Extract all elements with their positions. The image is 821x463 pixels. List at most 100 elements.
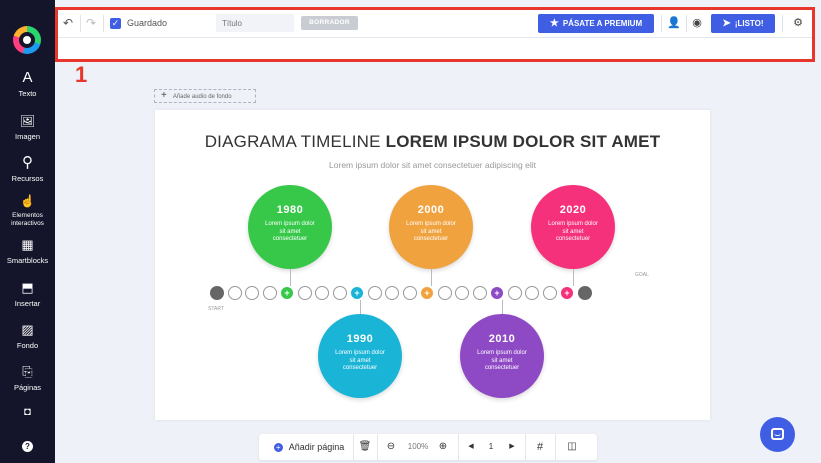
settings-button[interactable]: ⚙ — [789, 14, 807, 33]
chat-button[interactable] — [760, 417, 795, 452]
milestone-year: 2010 — [488, 333, 516, 345]
milestone-circle-2010[interactable]: 2010 Lorem ipsum dolor sit amet consecte… — [460, 314, 544, 398]
title-light: DIAGRAMA TIMELINE — [204, 132, 381, 151]
redo-icon: ↷ — [86, 16, 97, 30]
add-collaborator-button[interactable]: 👤 — [665, 14, 683, 33]
zoom-out-button[interactable]: ⊖ — [383, 434, 399, 460]
sidebar-item-recursos[interactable]: ⚲ Recursos — [0, 154, 55, 184]
text-icon: A — [22, 69, 33, 86]
divider — [80, 15, 81, 32]
timeline-milestone-node[interactable]: + — [560, 286, 574, 300]
timeline-node — [262, 286, 277, 300]
timeline-node — [367, 286, 382, 300]
zoom-level: 100% — [407, 442, 429, 451]
premium-button[interactable]: ★ PÁSATE A PREMIUM — [538, 14, 654, 33]
draft-badge[interactable]: BORRADOR — [301, 16, 358, 30]
timeline-milestone-node[interactable]: + — [280, 286, 294, 300]
sidebar-item-more[interactable]: ◘ — [0, 404, 55, 421]
undo-button[interactable]: ↶ — [63, 13, 73, 33]
divider — [661, 15, 662, 32]
timeline-milestone-node[interactable]: + — [490, 286, 504, 300]
milestone-text: Lorem ipsum dolor sit amet consectetuer — [406, 221, 456, 242]
sidebar-item-label: Smartblocks — [6, 256, 49, 265]
annotation-number: 1 — [75, 62, 88, 87]
timeline-node — [525, 286, 539, 300]
timeline-node — [297, 286, 312, 300]
add-audio-button[interactable]: + Añade audio de fondo — [154, 89, 256, 103]
sidebar: A Texto 🖼 Imagen ⚲ Recursos ☝ Elementos … — [0, 0, 55, 463]
help-button[interactable]: ? — [0, 437, 55, 454]
autosave-checkbox[interactable]: ✓ — [110, 18, 121, 29]
sidebar-item-label: Elementos interactivos — [11, 212, 44, 227]
divider — [103, 15, 104, 32]
sidebar-item-texto[interactable]: A Texto — [0, 69, 55, 99]
redo-button[interactable]: ↷ — [86, 13, 96, 33]
slide-canvas[interactable]: DIAGRAMA TIMELINE LOREM IPSUM DOLOR SIT … — [155, 110, 710, 420]
timeline-start-node — [210, 286, 224, 300]
timeline-node — [507, 286, 522, 300]
delete-page-button[interactable]: 🗑 — [356, 434, 374, 460]
sidebar-item-label: Insertar — [14, 299, 41, 308]
undo-icon: ↶ — [63, 16, 74, 30]
divider — [377, 434, 378, 460]
send-icon: ➤ — [722, 18, 731, 29]
sidebar-item-smartblocks[interactable]: ▦ Smartblocks — [0, 237, 55, 265]
add-user-icon: 👤 — [667, 17, 681, 29]
sidebar-item-label: Texto — [18, 89, 37, 98]
image-icon: 🖼 — [19, 114, 36, 128]
timeline-milestone-node[interactable]: + — [420, 286, 434, 300]
add-audio-label: Añade audio de fondo — [172, 94, 232, 100]
timeline-node — [245, 286, 259, 300]
timeline-goal-node — [577, 286, 592, 300]
sidebar-item-imagen[interactable]: 🖼 Imagen — [0, 113, 55, 141]
resources-icon: ⚲ — [22, 154, 33, 171]
genially-logo[interactable] — [13, 26, 41, 54]
insert-icon: ⬒ — [21, 280, 34, 295]
timeline-node — [227, 286, 242, 300]
slide-title[interactable]: DIAGRAMA TIMELINE LOREM IPSUM DOLOR SIT … — [155, 132, 710, 152]
zoom-in-icon: ⊕ — [438, 441, 448, 452]
ready-button[interactable]: ➤ ¡LISTO! — [711, 14, 775, 33]
milestone-circle-2020[interactable]: 2020 Lorem ipsum dolor sit amet consecte… — [531, 185, 615, 269]
page-number: 1 — [488, 442, 494, 451]
trash-icon: 🗑 — [358, 441, 372, 452]
preview-button[interactable]: ◉ — [688, 14, 706, 33]
background-icon: ▨ — [21, 322, 34, 337]
sidebar-item-fondo[interactable]: ▨ Fondo — [0, 322, 55, 350]
grid-button[interactable]: # — [531, 434, 549, 460]
timeline-node — [402, 286, 417, 300]
split-view-button[interactable]: ◫ — [561, 434, 583, 460]
toolbar-divider — [58, 37, 812, 38]
gear-icon: ⚙ — [793, 17, 803, 29]
connector-line — [290, 269, 291, 286]
timeline-milestone-node[interactable]: + — [350, 286, 364, 300]
next-icon: ▶ — [509, 443, 515, 450]
divider — [555, 434, 556, 460]
title-bold: LOREM IPSUM DOLOR SIT AMET — [385, 132, 661, 151]
next-page-button[interactable]: ▶ — [505, 434, 519, 460]
sidebar-item-label: Imagen — [14, 132, 41, 141]
sidebar-item-label: Recursos — [11, 174, 44, 183]
slide-subtitle[interactable]: Lorem ipsum dolor sit amet consectetuer … — [155, 160, 710, 170]
sidebar-item-insertar[interactable]: ⬒ Insertar — [0, 280, 55, 308]
milestone-year: 1990 — [346, 333, 374, 345]
sidebar-item-label: Páginas — [13, 383, 42, 392]
timeline-node — [437, 286, 452, 300]
grid-icon: # — [536, 441, 544, 453]
sidebar-item-paginas[interactable]: ⎘ Páginas — [0, 364, 55, 392]
divider — [353, 434, 354, 460]
milestone-circle-1990[interactable]: 1990 Lorem ipsum dolor sit amet consecte… — [318, 314, 402, 398]
timeline-node — [385, 286, 399, 300]
zoom-in-button[interactable]: ⊕ — [435, 434, 451, 460]
sidebar-item-elementos-interactivos[interactable]: ☝ Elementos interactivos — [0, 193, 55, 227]
milestone-year: 1980 — [276, 204, 304, 216]
add-page-button[interactable]: + Añadir página — [267, 434, 351, 460]
eye-icon: ◉ — [692, 17, 702, 29]
prev-page-button[interactable]: ◀ — [464, 434, 478, 460]
start-label: START — [208, 306, 224, 312]
title-input[interactable] — [216, 14, 294, 32]
help-icon: ? — [0, 437, 55, 454]
smartblocks-icon: ▦ — [21, 237, 34, 252]
milestone-circle-2000[interactable]: 2000 Lorem ipsum dolor sit amet consecte… — [389, 185, 473, 269]
milestone-circle-1980[interactable]: 1980 Lorem ipsum dolor sit amet consecte… — [248, 185, 332, 269]
